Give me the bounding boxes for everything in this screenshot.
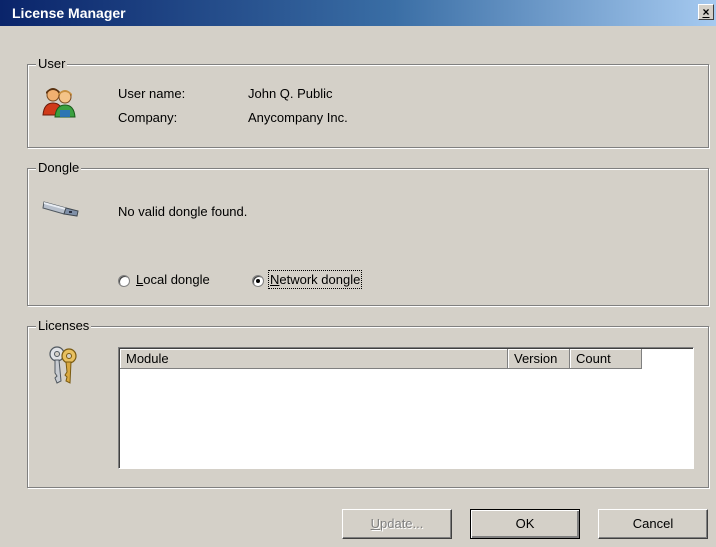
local-dongle-radio[interactable]: Local dongle: [118, 272, 233, 290]
dongle-status: No valid dongle found.: [118, 204, 248, 219]
user-name-label: User name:: [118, 86, 186, 101]
cancel-button[interactable]: Cancel: [598, 509, 708, 539]
licenses-list[interactable]: Module Version Count: [118, 347, 694, 469]
licenses-group: Licenses Module Version Count: [27, 318, 709, 488]
users-icon: [42, 88, 76, 118]
ok-button[interactable]: OK: [470, 509, 580, 539]
company-value: Anycompany Inc.: [248, 110, 348, 125]
dongle-group: Dongle No valid dongle found. Local dong…: [27, 160, 709, 306]
column-header-module[interactable]: Module: [120, 349, 508, 369]
network-dongle-radio[interactable]: Network dongle: [252, 270, 387, 290]
network-dongle-label: Network dongle: [267, 270, 363, 289]
title-bar[interactable]: License Manager ×: [0, 0, 716, 26]
update-button[interactable]: Update...: [342, 509, 452, 539]
column-header-count[interactable]: Count: [570, 349, 642, 369]
dongle-group-legend: Dongle: [36, 160, 82, 175]
usb-dongle-icon: [42, 201, 79, 217]
keys-icon: [49, 346, 77, 384]
user-group: User User name: John Q. Public Company: …: [27, 56, 709, 148]
user-group-legend: User: [36, 56, 68, 71]
licenses-group-legend: Licenses: [36, 318, 92, 333]
license-manager-dialog: License Manager × User User name: John Q…: [0, 0, 716, 547]
company-label: Company:: [118, 110, 178, 125]
user-name-value: John Q. Public: [248, 86, 333, 101]
close-icon: ×: [702, 5, 710, 19]
column-header-version[interactable]: Version: [508, 349, 570, 369]
local-dongle-radio-button[interactable]: [118, 275, 130, 287]
radio-selected-dot: [256, 279, 260, 283]
network-dongle-radio-button[interactable]: [252, 275, 264, 287]
window-title: License Manager: [12, 5, 126, 21]
local-dongle-label: Local dongle: [136, 272, 210, 287]
close-button[interactable]: ×: [698, 4, 714, 20]
